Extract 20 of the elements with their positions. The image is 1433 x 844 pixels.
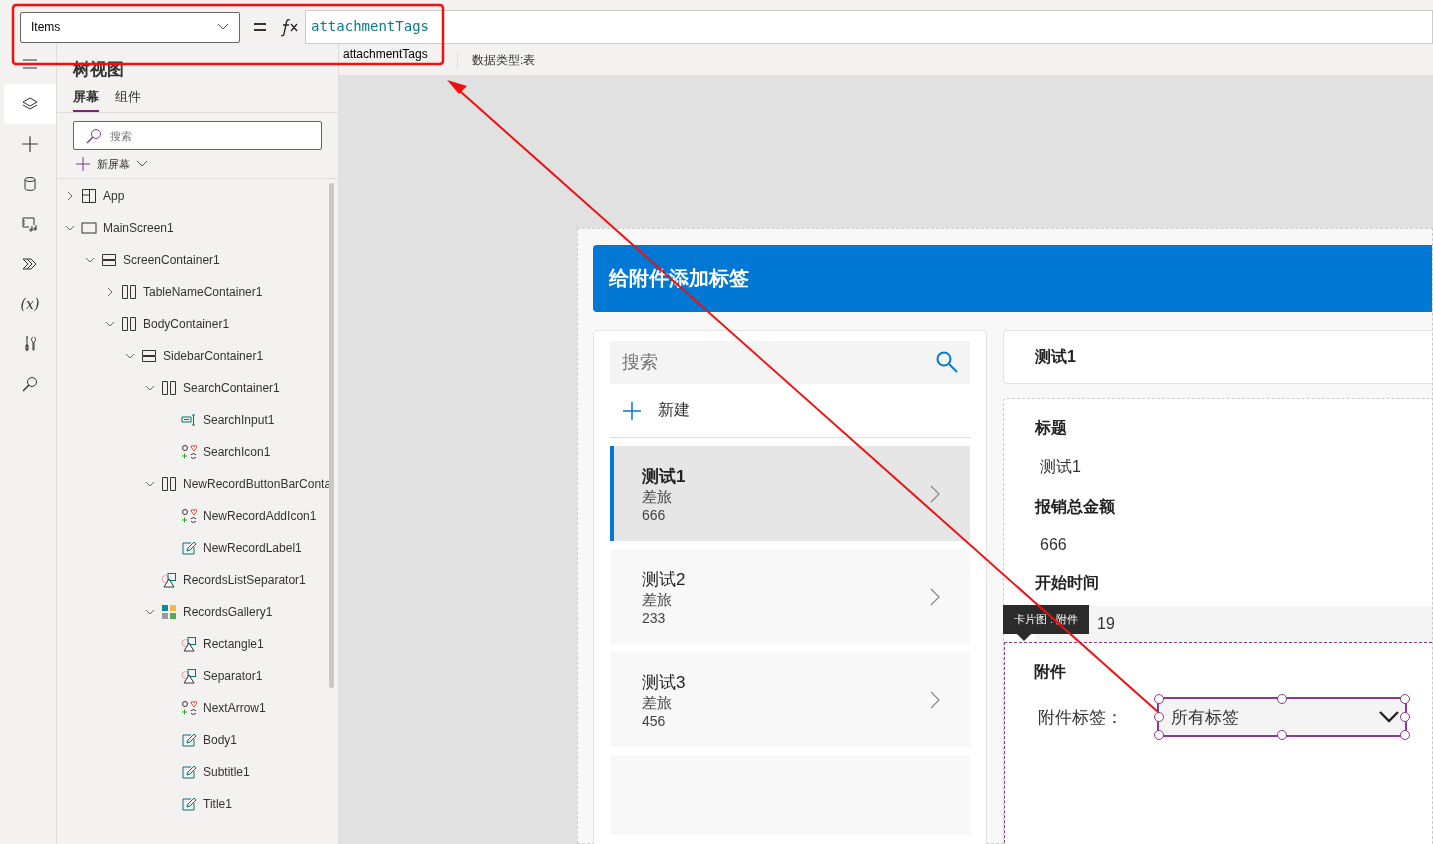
app-title: 给附件添加标签 — [609, 266, 749, 291]
card-title: 附件 — [1034, 661, 1067, 682]
record-amount: 233 — [642, 609, 667, 626]
field-label: 附件标签： — [1037, 706, 1124, 729]
data-type-text: 数据类型:表 — [457, 52, 536, 69]
field-value: 测试1 — [1039, 457, 1082, 477]
record-title: 测试2 — [642, 568, 686, 591]
record-subtitle: 差旅 — [642, 487, 673, 507]
record-title: 测试3 — [642, 671, 686, 694]
record-subtitle: 差旅 — [642, 693, 673, 713]
field-label: 报销总金额 — [1035, 496, 1116, 517]
record-amount: 456 — [642, 712, 667, 729]
record-amount: 666 — [642, 506, 667, 523]
detail-title: 测试1 — [1035, 346, 1076, 367]
record-subtitle: 差旅 — [642, 590, 673, 610]
field-label: 标题 — [1035, 417, 1068, 438]
tooltip: 卡片图 : 附件 — [1003, 605, 1090, 634]
record-title: 测试1 — [642, 465, 686, 488]
field-label: 开始时间 — [1035, 572, 1100, 593]
field-value: 666 — [1039, 535, 1068, 555]
